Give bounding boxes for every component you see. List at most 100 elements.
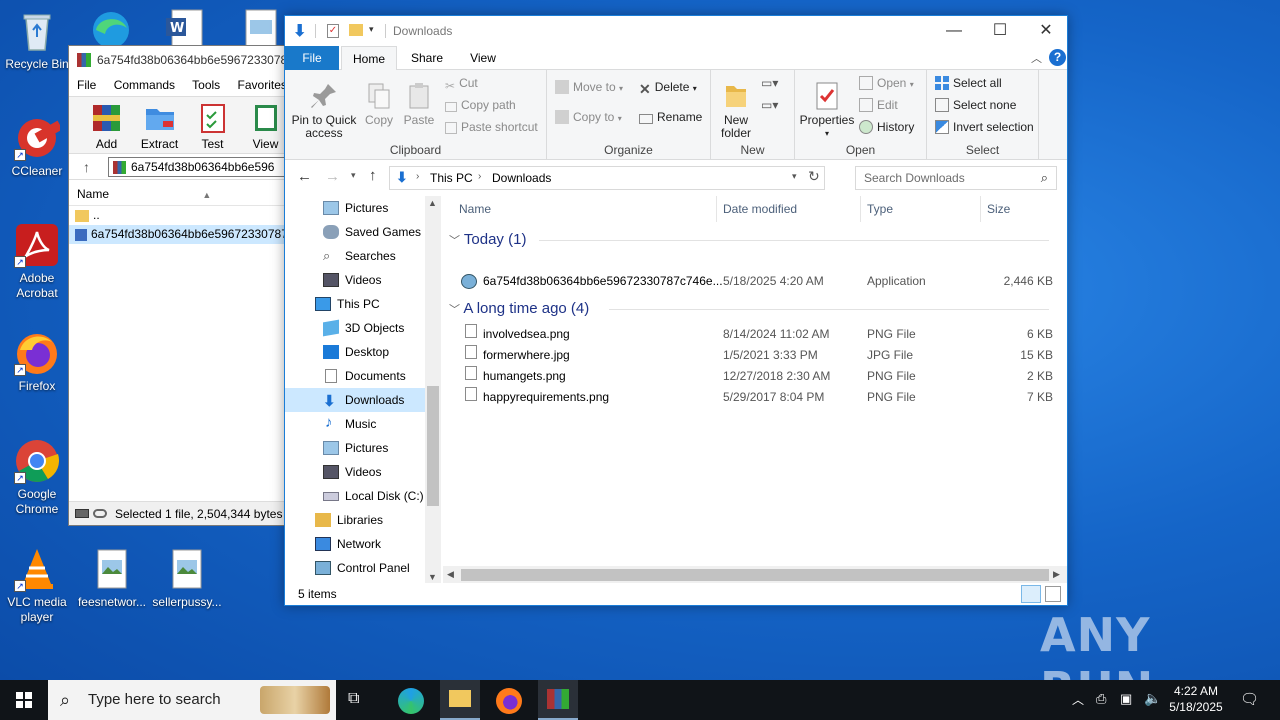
scroll-up-icon[interactable]: ▲ bbox=[428, 198, 437, 208]
new-folder-button[interactable]: New folder bbox=[715, 80, 757, 140]
winrar-menu-file[interactable]: File bbox=[77, 78, 96, 92]
nav-item-pictures-2[interactable]: Pictures bbox=[285, 436, 425, 460]
nav-item-searches[interactable]: ⌕ Searches bbox=[285, 244, 425, 268]
desktop-icon-adobe-acrobat[interactable]: ↗ Adobe Acrobat bbox=[0, 222, 74, 301]
desktop-icon-word[interactable]: W bbox=[162, 8, 206, 47]
file-row[interactable]: formerwhere.jpg 1/5/2021 3:33 PM JPG Fil… bbox=[455, 345, 1055, 366]
winrar-add-button[interactable]: Add bbox=[83, 97, 130, 153]
search-input[interactable]: Search Downloads ⌕ bbox=[855, 166, 1057, 190]
tab-view[interactable]: View bbox=[457, 46, 509, 70]
breadcrumb-this-pc[interactable]: This PC bbox=[430, 171, 473, 185]
nav-scrollbar[interactable]: ▲ ▼ bbox=[425, 196, 441, 586]
cut-button[interactable]: ✂ Cut bbox=[445, 76, 478, 93]
desktop-icon-sellerpussy[interactable]: sellerpussy... bbox=[150, 546, 224, 610]
properties-button[interactable]: Properties ▾ bbox=[799, 80, 855, 140]
tab-share[interactable]: Share bbox=[401, 46, 453, 70]
winrar-test-button[interactable]: Test bbox=[189, 97, 236, 153]
desktop-icon-google-chrome[interactable]: ↗ Google Chrome bbox=[0, 438, 74, 517]
new-item-icon[interactable]: ▭▾ bbox=[761, 76, 785, 94]
file-row[interactable]: 6a754fd38b06364bb6e59672330787c746e... 5… bbox=[455, 271, 1055, 292]
winrar-extract-button[interactable]: Extract To bbox=[136, 97, 183, 153]
taskbar-search-input[interactable]: ⌕ Type here to search bbox=[48, 680, 336, 720]
close-button[interactable]: ✕ bbox=[1023, 16, 1069, 46]
invert-selection-button[interactable]: Invert selection bbox=[935, 120, 1034, 134]
nav-item-libraries[interactable]: Libraries bbox=[285, 508, 425, 532]
show-hidden-icons-icon[interactable]: ︿ bbox=[1072, 691, 1084, 708]
nav-item-this-pc[interactable]: This PC bbox=[285, 292, 425, 316]
group-header-today[interactable]: ﹀ Today (1) bbox=[449, 230, 1049, 250]
desktop-icon-recycle-bin[interactable]: Recycle Bin bbox=[0, 8, 74, 72]
history-button[interactable]: History bbox=[859, 120, 914, 134]
winrar-row-parent[interactable]: .. bbox=[69, 206, 289, 225]
taskbar-explorer-button[interactable] bbox=[440, 680, 480, 720]
taskbar-edge-button[interactable] bbox=[398, 688, 424, 714]
meet-now-icon[interactable]: ⎙ bbox=[1096, 691, 1106, 707]
nav-item-videos[interactable]: Videos bbox=[285, 268, 425, 292]
desktop-icon-feesnetwork[interactable]: feesnetwor... bbox=[75, 546, 149, 610]
address-dropdown-icon[interactable]: ▾ bbox=[792, 171, 797, 182]
copy-button[interactable]: Copy bbox=[361, 80, 397, 127]
taskbar-winrar-button[interactable] bbox=[538, 680, 578, 720]
copy-to-button[interactable]: Copy to ▾ bbox=[555, 110, 622, 124]
tab-home[interactable]: Home bbox=[341, 46, 397, 71]
file-row[interactable]: happyrequirements.png 5/29/2017 8:04 PM … bbox=[455, 387, 1055, 408]
scroll-down-icon[interactable]: ▼ bbox=[428, 572, 437, 582]
scroll-thumb[interactable] bbox=[461, 569, 1049, 581]
winrar-window[interactable]: 6a754fd38b06364bb6e59672330787c File Com… bbox=[68, 45, 290, 526]
column-header-size[interactable]: Size bbox=[987, 196, 1061, 222]
taskbar-firefox-button[interactable] bbox=[496, 688, 522, 714]
start-button[interactable] bbox=[0, 680, 48, 720]
help-icon[interactable]: ? bbox=[1049, 49, 1066, 66]
tab-file[interactable]: File bbox=[285, 46, 339, 70]
desktop-icon-firefox[interactable]: ↗ Firefox bbox=[0, 330, 74, 394]
open-button[interactable]: Open ▾ bbox=[859, 76, 914, 90]
column-header-name[interactable]: Name bbox=[459, 196, 717, 222]
explorer-window[interactable]: ⬇ ✓ ▾ Downloads — ☐ ✕ File Home Share Vi… bbox=[284, 15, 1068, 606]
winrar-menu-commands[interactable]: Commands bbox=[114, 78, 175, 92]
nav-item-downloads[interactable]: ⬇ Downloads bbox=[285, 388, 425, 412]
winrar-column-name[interactable]: Name ▲ bbox=[69, 180, 289, 206]
minimize-button[interactable]: — bbox=[931, 16, 977, 46]
select-all-button[interactable]: Select all bbox=[935, 76, 1002, 90]
up-arrow-icon[interactable]: ↑ bbox=[83, 159, 90, 175]
copy-path-button[interactable]: Copy path bbox=[445, 98, 516, 112]
file-row[interactable]: humangets.png 12/27/2018 2:30 AM PNG Fil… bbox=[455, 366, 1055, 387]
paste-button[interactable]: Paste bbox=[401, 80, 437, 127]
refresh-icon[interactable]: ↻ bbox=[808, 168, 820, 185]
nav-item-pictures[interactable]: Pictures bbox=[285, 196, 425, 220]
task-view-button[interactable]: ⧉ bbox=[348, 690, 370, 710]
explorer-title-bar[interactable]: ⬇ ✓ ▾ Downloads — ☐ ✕ bbox=[285, 16, 1067, 46]
winrar-view-button[interactable]: View bbox=[242, 97, 289, 153]
easy-access-icon[interactable]: ▭▾ bbox=[761, 98, 785, 116]
paste-shortcut-button[interactable]: Paste shortcut bbox=[445, 120, 538, 134]
chevron-down-icon[interactable]: ▾ bbox=[369, 24, 374, 35]
volume-icon[interactable]: 🔈 bbox=[1144, 690, 1161, 707]
winrar-menu-favorites[interactable]: Favorites bbox=[238, 78, 287, 92]
column-header-type[interactable]: Type bbox=[867, 196, 981, 222]
scroll-right-icon[interactable]: ▶ bbox=[1053, 569, 1060, 580]
pin-quick-access-button[interactable]: Pin to Quick access bbox=[289, 80, 359, 140]
forward-arrow-icon[interactable]: → bbox=[325, 168, 340, 185]
desktop-icon-edge[interactable] bbox=[86, 6, 132, 48]
nav-item-3d-objects[interactable]: 3D Objects bbox=[285, 316, 425, 340]
winrar-menu-tools[interactable]: Tools bbox=[192, 78, 220, 92]
file-list-hscrollbar[interactable]: ◀ ▶ bbox=[443, 566, 1067, 584]
desktop-icon-ccleaner[interactable]: ↗ CCleaner bbox=[0, 115, 74, 179]
maximize-button[interactable]: ☐ bbox=[977, 16, 1023, 46]
back-arrow-icon[interactable]: ← bbox=[297, 168, 312, 185]
nav-item-local-disk[interactable]: Local Disk (C:) bbox=[285, 484, 425, 508]
file-row[interactable]: involvedsea.png 8/14/2024 11:02 AM PNG F… bbox=[455, 324, 1055, 345]
select-none-button[interactable]: Select none bbox=[935, 98, 1016, 112]
move-to-button[interactable]: Move to ▾ bbox=[555, 80, 623, 94]
collapse-ribbon-icon[interactable]: ︿ bbox=[1031, 50, 1042, 66]
rename-button[interactable]: Rename bbox=[639, 110, 702, 124]
nav-item-control-panel[interactable]: Control Panel bbox=[285, 556, 425, 580]
group-header-long-ago[interactable]: ﹀ A long time ago (4) bbox=[449, 299, 1049, 319]
winrar-path-input[interactable]: 6a754fd38b06364bb6e596 bbox=[108, 156, 289, 177]
nav-item-music[interactable]: ♪ Music bbox=[285, 412, 425, 436]
recent-locations-icon[interactable]: ▾ bbox=[351, 170, 356, 181]
desktop-icon-vlc[interactable]: ↗ VLC media player bbox=[0, 546, 74, 625]
nav-item-saved-games[interactable]: Saved Games bbox=[285, 220, 425, 244]
scroll-thumb[interactable] bbox=[427, 386, 439, 506]
breadcrumb-downloads[interactable]: Downloads bbox=[492, 171, 551, 185]
